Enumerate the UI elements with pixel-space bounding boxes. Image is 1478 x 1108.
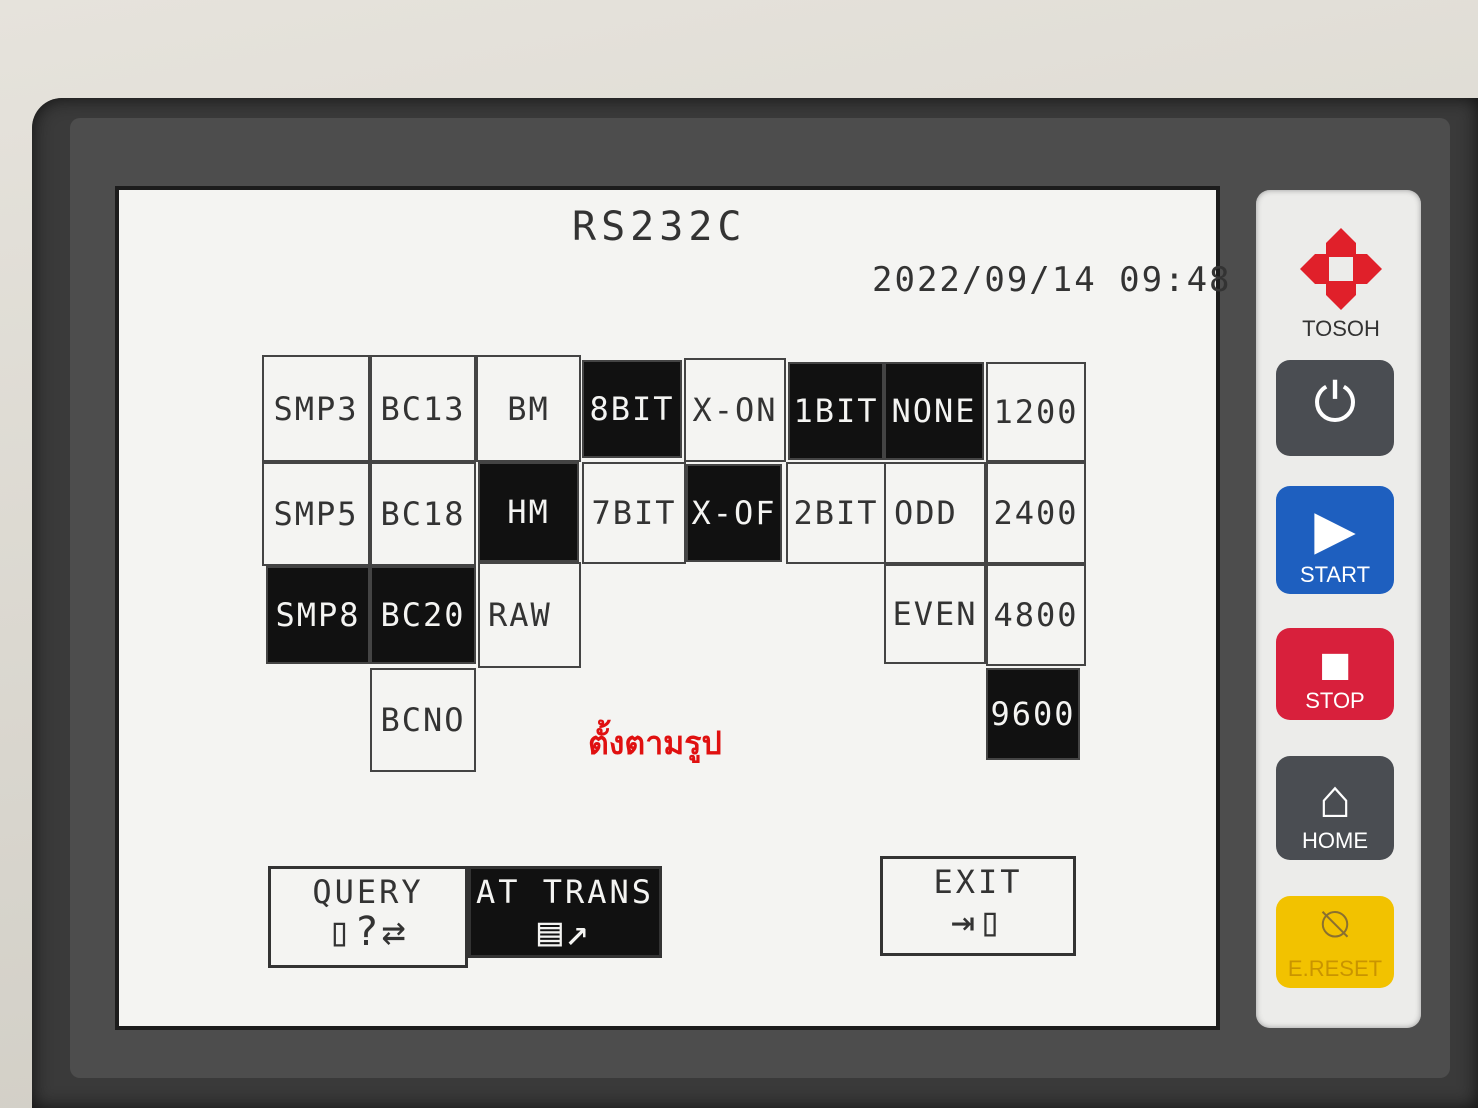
option-x-on[interactable]: X-ON bbox=[684, 358, 786, 462]
option-none[interactable]: NONE bbox=[884, 362, 984, 460]
option-smp3[interactable]: SMP3 bbox=[262, 355, 370, 462]
e-reset-button[interactable]: ⍉ E.RESET bbox=[1276, 896, 1394, 988]
query-button[interactable]: QUERY ▯?⇄ bbox=[268, 866, 468, 968]
option-bm[interactable]: BM bbox=[476, 355, 581, 462]
option-odd[interactable]: ODD bbox=[884, 462, 986, 564]
at-trans-label: AT TRANS bbox=[475, 873, 655, 911]
option-7bit[interactable]: 7BIT bbox=[582, 462, 686, 564]
option-bc18[interactable]: BC18 bbox=[370, 462, 476, 566]
option-bc13[interactable]: BC13 bbox=[370, 355, 476, 462]
play-icon: ▶ bbox=[1314, 500, 1356, 560]
stop-button[interactable]: ■ STOP bbox=[1276, 628, 1394, 720]
option-8bit[interactable]: 8BIT bbox=[582, 360, 682, 458]
option-bcno[interactable]: BCNO bbox=[370, 668, 476, 772]
bell-crossed-icon: ⍉ bbox=[1321, 900, 1349, 949]
printer-icon: ▤↗ bbox=[537, 909, 593, 955]
annotation-note: ตั้งตามรูป bbox=[588, 724, 722, 762]
start-label: START bbox=[1299, 562, 1371, 587]
stop-label: STOP bbox=[1305, 688, 1365, 713]
query-label: QUERY bbox=[312, 873, 424, 911]
option-9600[interactable]: 9600 bbox=[986, 668, 1080, 760]
option-2400[interactable]: 2400 bbox=[986, 462, 1086, 564]
option-hm[interactable]: HM bbox=[478, 462, 579, 562]
start-button[interactable]: ▶ START bbox=[1276, 486, 1394, 594]
option-4800[interactable]: 4800 bbox=[986, 564, 1086, 666]
exit-label: EXIT bbox=[933, 863, 1023, 901]
option-bc20[interactable]: BC20 bbox=[370, 566, 476, 664]
stop-icon: ■ bbox=[1318, 635, 1352, 695]
power-button[interactable]: ⏻ bbox=[1276, 360, 1394, 456]
tosoh-logo-icon bbox=[1300, 228, 1382, 310]
home-label: HOME bbox=[1302, 828, 1368, 853]
power-icon: ⏻ bbox=[1313, 373, 1357, 433]
page-title: RS232C bbox=[572, 204, 747, 250]
option-x-of[interactable]: X-OF bbox=[686, 464, 782, 562]
home-button[interactable]: ⌂ HOME bbox=[1276, 756, 1394, 860]
home-icon: ⌂ bbox=[1318, 769, 1352, 829]
option-even[interactable]: EVEN bbox=[884, 564, 986, 664]
datetime-display: 2022/09/14 09:48 bbox=[872, 260, 1232, 300]
option-raw[interactable]: RAW bbox=[478, 562, 581, 668]
option-smp5[interactable]: SMP5 bbox=[262, 462, 370, 566]
option-smp8[interactable]: SMP8 bbox=[266, 566, 370, 664]
option-2bit[interactable]: 2BIT bbox=[786, 462, 886, 564]
exit-button[interactable]: EXIT ⇥▯ bbox=[880, 856, 1076, 956]
option-1bit[interactable]: 1BIT bbox=[788, 362, 884, 460]
query-icon: ▯?⇄ bbox=[327, 909, 409, 955]
at-trans-button[interactable]: AT TRANS ▤↗ bbox=[468, 866, 662, 958]
exit-door-icon: ⇥▯ bbox=[950, 899, 1006, 945]
brand-label: TOSOH bbox=[1302, 316, 1380, 341]
e-reset-label: E.RESET bbox=[1287, 956, 1383, 981]
option-1200[interactable]: 1200 bbox=[986, 362, 1086, 462]
